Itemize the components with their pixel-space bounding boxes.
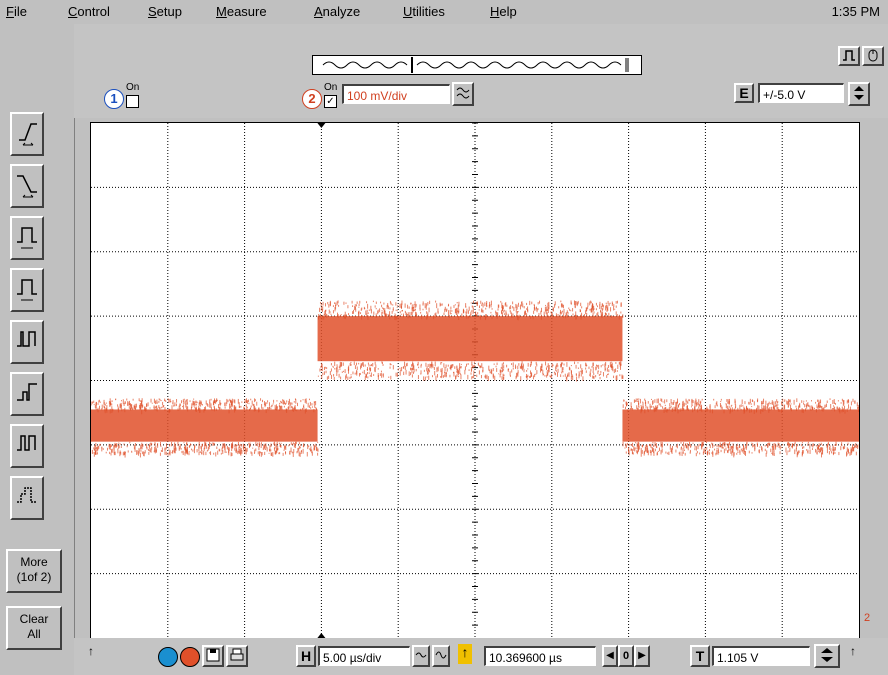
- print-button[interactable]: [226, 645, 248, 667]
- mouse-mode-button[interactable]: [862, 46, 884, 66]
- menu-setup[interactable]: Setup: [148, 4, 182, 19]
- channel-2-scale-field[interactable]: 100 mV/div: [342, 84, 450, 104]
- delay-field[interactable]: 10.369600 µs: [484, 646, 596, 666]
- channel-1-badge[interactable]: 1: [104, 89, 124, 109]
- pulse-icon: [843, 50, 855, 61]
- channel-control-strip: 1 On 2 On ✓ 100 mV/div E +/-5.0 V: [74, 24, 888, 118]
- menu-analyze[interactable]: Analyze: [314, 4, 360, 19]
- more-page-label: (1of 2): [16, 570, 52, 584]
- clear-all-button[interactable]: Clear All: [6, 606, 62, 650]
- pulse-width-trigger-icon[interactable]: [10, 216, 44, 260]
- pulse-pair-trigger-icon[interactable]: [10, 424, 44, 468]
- clear-label: Clear: [19, 612, 49, 626]
- delay-left-button[interactable]: ◀: [602, 645, 618, 667]
- rising-edge-trigger-icon[interactable]: [10, 112, 44, 156]
- external-badge[interactable]: E: [734, 83, 754, 103]
- disk-save-button[interactable]: [202, 645, 224, 667]
- channel-2-on-checkbox[interactable]: ✓: [324, 95, 337, 108]
- menu-utilities[interactable]: Utilities: [403, 4, 445, 19]
- menu-measure[interactable]: Measure: [216, 4, 267, 19]
- trigger-palette: More (1of 2) Clear All: [0, 24, 75, 675]
- oscilloscope-display[interactable]: [90, 122, 860, 639]
- channel-2-on-label: On: [324, 82, 338, 93]
- waveform-overview[interactable]: [312, 55, 642, 75]
- menu-help[interactable]: Help: [490, 4, 517, 19]
- realtime-icon: [415, 652, 427, 658]
- stop-indicator-icon[interactable]: [180, 647, 200, 667]
- up-down-arrows-icon: [821, 648, 833, 662]
- channel-1-on-label: On: [126, 82, 140, 93]
- runt-trigger-icon[interactable]: [10, 372, 44, 416]
- mouse-icon: [868, 49, 878, 62]
- menu-control[interactable]: Control: [68, 4, 110, 19]
- more-label: More: [20, 555, 48, 569]
- pulse-mode-button[interactable]: [838, 46, 860, 66]
- trigger-badge[interactable]: T: [690, 645, 710, 667]
- external-range-stepper[interactable]: [848, 82, 870, 106]
- overview-wave-icon: [322, 57, 629, 73]
- pulse-width-ratio-trigger-icon[interactable]: [10, 268, 44, 312]
- channel-2-badge[interactable]: 2: [302, 89, 322, 109]
- trigger-reference-icon[interactable]: ↑: [458, 644, 472, 664]
- right-scroll-arrow-icon[interactable]: ↑: [850, 644, 856, 658]
- horizontal-badge[interactable]: H: [296, 645, 316, 667]
- menu-file[interactable]: File: [6, 4, 27, 19]
- left-scroll-arrow-icon[interactable]: ↑: [88, 644, 94, 658]
- trigger-level-field[interactable]: 1.105 V: [712, 646, 810, 666]
- delay-right-button[interactable]: ▶: [634, 645, 650, 667]
- trigger-level-stepper[interactable]: [814, 644, 840, 668]
- all-label: All: [27, 627, 41, 641]
- falling-edge-trigger-icon[interactable]: [10, 164, 44, 208]
- disk-icon: [206, 648, 220, 662]
- equivalent-time-button[interactable]: [432, 645, 450, 667]
- menu-bar: File Control Setup Measure Analyze Utili…: [0, 0, 888, 25]
- timebase-control-strip: ↑ H 5.00 µs/div ↑ 10.369600 µs ◀ 0 ▶ T 1…: [74, 638, 888, 675]
- printer-icon: [230, 648, 244, 661]
- trigger-position-marker: [317, 123, 326, 128]
- channel-2-ground-marker: 2: [864, 612, 871, 624]
- clock: 1:35 PM: [831, 4, 880, 19]
- delay-zero-button[interactable]: 0: [618, 645, 634, 667]
- ac-coupling-icon: [456, 87, 470, 99]
- waveform-graticule: [91, 122, 860, 638]
- more-button[interactable]: More (1of 2): [6, 549, 62, 593]
- timebase-mode-button[interactable]: [412, 645, 430, 667]
- channel-2-coupling-button[interactable]: [452, 82, 474, 106]
- glitch-trigger-icon[interactable]: [10, 320, 44, 364]
- timebase-field[interactable]: 5.00 µs/div: [318, 646, 410, 666]
- up-down-arrows-icon: [854, 86, 864, 100]
- channel-1-on-checkbox[interactable]: [126, 95, 139, 108]
- pattern-trigger-icon[interactable]: [10, 476, 44, 520]
- run-indicator-icon[interactable]: [158, 647, 178, 667]
- external-range-field[interactable]: +/-5.0 V: [758, 83, 844, 103]
- wave-icon: [435, 651, 447, 659]
